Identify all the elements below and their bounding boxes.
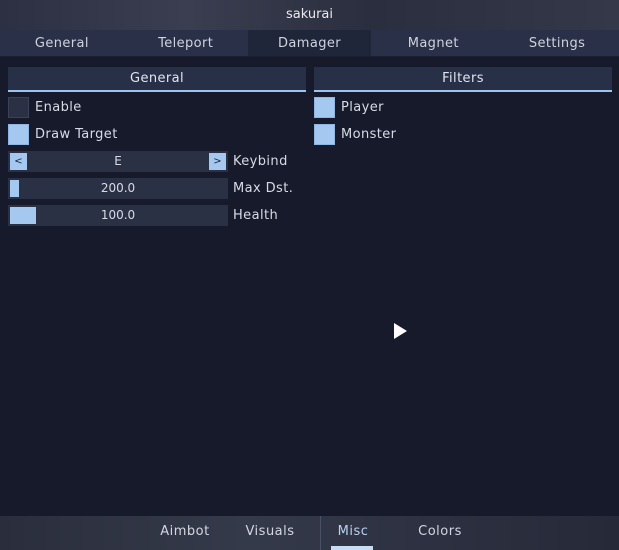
bottom-tab-visuals[interactable]: Visuals: [240, 516, 300, 550]
max-dst-value: 200.0: [100, 181, 136, 195]
keybind-label: Keybind: [233, 154, 288, 169]
enable-checkbox[interactable]: [8, 97, 29, 118]
max-dst-slider[interactable]: 200.0: [8, 178, 228, 199]
monster-checkbox[interactable]: [314, 124, 335, 145]
draw-target-label: Draw Target: [35, 127, 118, 142]
health-label: Health: [233, 208, 279, 223]
max-dst-label: Max Dst.: [233, 181, 294, 196]
keybind-next-button[interactable]: >: [209, 153, 226, 170]
player-row[interactable]: Player: [314, 97, 384, 118]
active-tab-indicator: [331, 546, 373, 550]
window-title: sakurai: [285, 7, 334, 22]
mouse-cursor-icon: [394, 323, 407, 339]
filters-panel: Filters: [314, 67, 612, 92]
keybind-prev-button[interactable]: <: [10, 153, 27, 170]
monster-row[interactable]: Monster: [314, 124, 396, 145]
monster-label: Monster: [341, 127, 397, 142]
draw-target-checkbox[interactable]: [8, 124, 29, 145]
max-dst-slider-fill[interactable]: [10, 180, 19, 197]
enable-label: Enable: [35, 100, 82, 115]
enable-row[interactable]: Enable: [8, 97, 82, 118]
tab-settings[interactable]: Settings: [495, 30, 619, 56]
keybind-value: E: [114, 154, 122, 168]
tab-damager[interactable]: Damager: [247, 30, 372, 56]
bottom-tab-aimbot[interactable]: Aimbot: [155, 516, 215, 550]
health-slider-fill[interactable]: [10, 207, 36, 224]
health-row: 100.0 Health: [8, 205, 278, 226]
bottom-tab-separator: [320, 516, 321, 550]
tab-general[interactable]: General: [0, 30, 124, 56]
health-value: 100.0: [100, 208, 136, 222]
general-panel-header: General: [8, 67, 306, 92]
draw-target-row[interactable]: Draw Target: [8, 124, 118, 145]
bottom-tab-bar: [0, 516, 619, 550]
bottom-tab-misc[interactable]: Misc: [328, 516, 378, 550]
filters-panel-header: Filters: [314, 67, 612, 92]
tab-magnet[interactable]: Magnet: [371, 30, 495, 56]
tab-teleport[interactable]: Teleport: [124, 30, 248, 56]
general-panel: General: [8, 67, 306, 92]
top-tab-bar: General Teleport Damager Magnet Settings: [0, 30, 619, 57]
window-title-bar: sakurai: [0, 0, 619, 30]
player-label: Player: [341, 100, 384, 115]
max-dst-row: 200.0 Max Dst.: [8, 178, 293, 199]
keybind-selector[interactable]: < E >: [8, 151, 228, 172]
health-slider[interactable]: 100.0: [8, 205, 228, 226]
player-checkbox[interactable]: [314, 97, 335, 118]
keybind-row: < E > Keybind: [8, 151, 287, 172]
bottom-tab-colors[interactable]: Colors: [410, 516, 470, 550]
